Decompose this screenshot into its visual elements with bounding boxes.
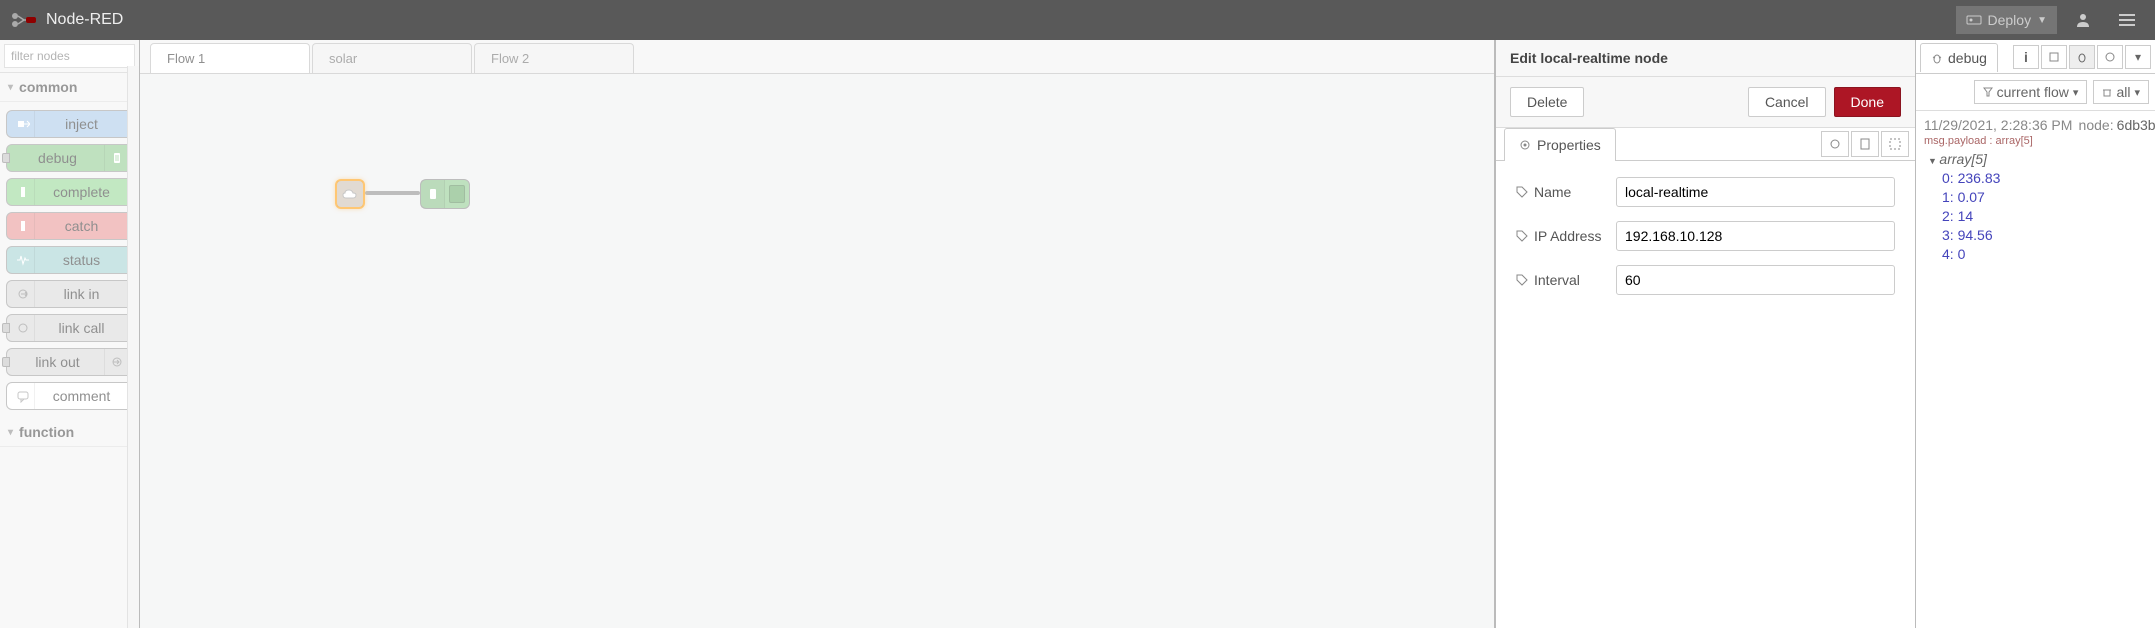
canvas-node-local-realtime[interactable]	[335, 179, 365, 209]
tab-flow2[interactable]: Flow 2	[474, 43, 634, 73]
file-icon	[1859, 138, 1871, 150]
filter-icon	[1983, 87, 1993, 97]
node-description-button[interactable]	[1851, 131, 1879, 157]
tab-solar[interactable]: solar	[312, 43, 472, 73]
category-common[interactable]: ▾ common	[0, 73, 139, 102]
hamburger-icon	[2119, 13, 2135, 27]
debug-clear-button[interactable]: all ▾	[2093, 80, 2149, 104]
debug-item[interactable]: 0: 236.83	[1942, 170, 2147, 186]
sidebar-help-button[interactable]	[2041, 45, 2067, 69]
catch-icon	[11, 213, 35, 239]
palette-node-debug[interactable]: debug	[6, 144, 133, 172]
workspace: Flow 1 solar Flow 2	[140, 40, 1495, 628]
flow-tabs: Flow 1 solar Flow 2	[140, 40, 1494, 74]
canvas-node-debug[interactable]	[420, 179, 470, 209]
menu-button[interactable]	[2109, 2, 2145, 38]
debug-item[interactable]: 1: 0.07	[1942, 189, 2147, 205]
filter-nodes-input[interactable]	[4, 44, 135, 68]
debug-meta: 11/29/2021, 2:28:36 PM node: 6db3b8a1614…	[1924, 117, 2147, 133]
debug-array-toggle[interactable]: array[5]	[1928, 151, 2147, 167]
sidebar-tab-debug[interactable]: debug	[1920, 43, 1998, 72]
gear-icon	[1829, 138, 1841, 150]
palette-node-link-out[interactable]: link out	[6, 348, 133, 376]
gear-icon	[2104, 51, 2116, 63]
debug-item[interactable]: 3: 94.56	[1942, 227, 2147, 243]
link-call-icon	[11, 315, 35, 341]
category-label: common	[19, 79, 77, 95]
chevron-down-icon: ▾	[8, 82, 13, 93]
comment-icon	[11, 383, 35, 409]
done-button[interactable]: Done	[1834, 87, 1901, 117]
interval-input[interactable]	[1616, 265, 1895, 295]
sidebar-info-button[interactable]: i	[2013, 45, 2039, 69]
palette: ▾ common inject debug complete catch stat…	[0, 40, 140, 628]
user-button[interactable]	[2065, 2, 2101, 38]
ip-input[interactable]	[1616, 221, 1895, 251]
user-icon	[2075, 12, 2091, 28]
deploy-button[interactable]: Deploy ▼	[1956, 6, 2058, 34]
palette-node-catch[interactable]: catch	[6, 212, 133, 240]
palette-node-inject[interactable]: inject	[6, 110, 133, 138]
nodered-logo-icon	[10, 11, 38, 29]
app-header: Node-RED Deploy ▼	[0, 0, 2155, 40]
interval-label: Interval	[1516, 272, 1616, 288]
link-in-icon	[11, 281, 35, 307]
sidebar-config-button[interactable]	[2097, 45, 2123, 69]
gear-icon	[1519, 139, 1531, 151]
tab-flow1[interactable]: Flow 1	[150, 43, 310, 73]
sidebar-debug-button[interactable]	[2069, 45, 2095, 69]
ip-label: IP Address	[1516, 228, 1616, 244]
complete-icon	[11, 179, 35, 205]
debug-toggle[interactable]	[449, 185, 465, 203]
deploy-icon	[1966, 13, 1982, 27]
debug-icon	[104, 145, 128, 171]
palette-node-status[interactable]: status	[6, 246, 133, 274]
caret-down-icon: ▼	[2037, 15, 2047, 26]
debug-messages: 11/29/2021, 2:28:36 PM node: 6db3b8a1614…	[1916, 111, 2155, 268]
tag-icon	[1516, 230, 1528, 242]
category-label: function	[19, 424, 74, 440]
palette-node-complete[interactable]: complete	[6, 178, 133, 206]
debug-path[interactable]: msg.payload : array[5]	[1924, 135, 2147, 147]
tag-icon	[1516, 186, 1528, 198]
cloud-icon	[337, 181, 363, 207]
tag-icon	[1516, 274, 1528, 286]
sidebar-dropdown-button[interactable]: ▾	[2125, 45, 2151, 69]
trash-icon	[2102, 87, 2112, 97]
node-settings-button[interactable]	[1821, 131, 1849, 157]
book-icon	[2048, 51, 2060, 63]
properties-tab[interactable]: Properties	[1504, 128, 1616, 161]
debug-icon	[421, 180, 445, 208]
sidebar: debug i ▾ current flow ▾ all ▾ 11/29/202…	[1915, 40, 2155, 628]
category-function[interactable]: ▾ function	[0, 418, 139, 447]
edit-panel: Edit local-realtime node Delete Cancel D…	[1495, 40, 1915, 628]
debug-filter-button[interactable]: current flow ▾	[1974, 80, 2088, 104]
inject-icon	[11, 111, 35, 137]
appearance-icon	[1889, 138, 1901, 150]
wire	[365, 191, 420, 195]
status-icon	[11, 247, 35, 273]
app-title: Node-RED	[46, 11, 123, 29]
chevron-down-icon: ▾	[8, 427, 13, 438]
name-input[interactable]	[1616, 177, 1895, 207]
link-out-icon	[104, 349, 128, 375]
node-appearance-button[interactable]	[1881, 131, 1909, 157]
cancel-button[interactable]: Cancel	[1748, 87, 1826, 117]
delete-button[interactable]: Delete	[1510, 87, 1584, 117]
edit-panel-title: Edit local-realtime node	[1496, 40, 1915, 77]
debug-item[interactable]: 2: 14	[1942, 208, 2147, 224]
flow-canvas[interactable]	[140, 74, 1494, 628]
palette-node-link-in[interactable]: link in	[6, 280, 133, 308]
palette-node-comment[interactable]: comment	[6, 382, 133, 410]
bug-icon	[2076, 51, 2088, 63]
debug-item[interactable]: 4: 0	[1942, 246, 2147, 262]
bug-icon	[1931, 52, 1943, 64]
name-label: Name	[1516, 184, 1616, 200]
deploy-label: Deploy	[1988, 12, 2032, 28]
palette-node-link-call[interactable]: link call	[6, 314, 133, 342]
